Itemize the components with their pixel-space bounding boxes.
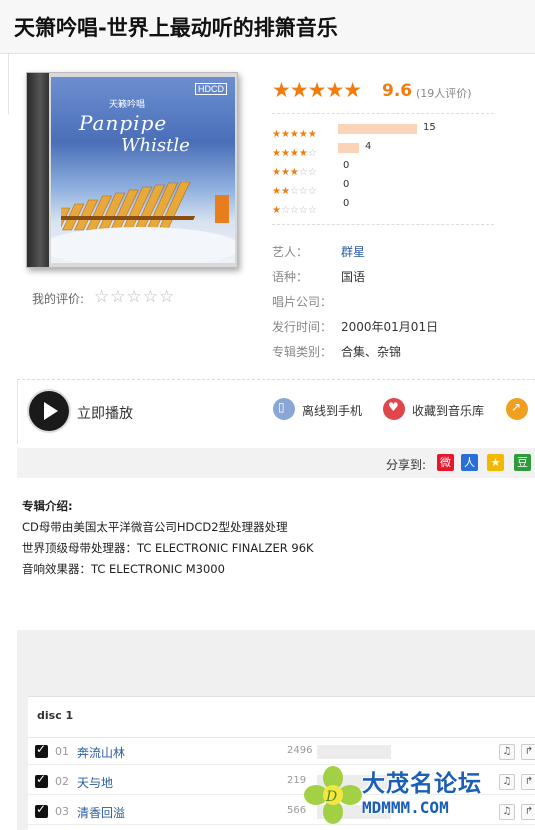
track-number: 01 xyxy=(55,745,69,758)
rating-distribution-row: ★★★★☆ 4 xyxy=(272,141,371,159)
cover-sticker xyxy=(215,195,229,223)
track-name[interactable]: 奔流山林 xyxy=(77,744,125,761)
divider xyxy=(17,379,535,380)
share-arrow-icon: ↗ xyxy=(506,398,528,420)
cover-title-2: Whistle xyxy=(121,135,190,156)
title-bar: 天箫吟唱-世界上最动听的排箫音乐 xyxy=(0,0,535,54)
distribution-count: 15 xyxy=(423,122,436,133)
rating-distribution-row: ★★★★★ 15 xyxy=(272,122,436,140)
track-checkbox[interactable] xyxy=(35,802,48,818)
category-value: 合集、杂锦 xyxy=(341,345,402,359)
track-checkbox[interactable] xyxy=(35,742,48,758)
popularity-bar xyxy=(317,745,391,759)
rating-distribution-row: ★☆☆☆☆ 0 xyxy=(272,198,349,216)
panpipe-graphic xyxy=(61,182,196,231)
watermark-en: MDMMM.COM xyxy=(362,798,449,817)
share-icon[interactable]: ↱ xyxy=(521,744,535,760)
heart-icon: ♥ xyxy=(383,398,405,420)
overall-stars-icon: ★★★★★ xyxy=(272,78,362,102)
intro-line: 世界顶级母带处理器：TC ELECTRONIC FINALZER 96K xyxy=(22,541,314,555)
watermark-cn: 大茂名论坛 xyxy=(362,771,482,797)
intro-heading: 专辑介绍: xyxy=(22,499,73,513)
phone-icon: ▯ xyxy=(273,398,295,420)
disc-title: disc 1 xyxy=(37,709,74,722)
hdcd-badge: HDCD xyxy=(195,83,227,95)
intro-line: 音响效果器：TC ELECTRONIC M3000 xyxy=(22,562,225,576)
collect-label: 收藏到音乐库 xyxy=(412,404,485,418)
release-date-value: 2000年01月01日 xyxy=(341,320,439,334)
svg-text:D: D xyxy=(325,789,337,805)
track-name[interactable]: 天与地 xyxy=(77,774,113,791)
douban-icon[interactable]: 豆 xyxy=(514,454,531,471)
my-rating-label: 我的评价: xyxy=(32,292,85,306)
release-date-label: 发行时间： xyxy=(272,320,333,334)
headphones-icon[interactable]: ♫ xyxy=(499,744,515,760)
company-label: 唱片公司： xyxy=(272,295,333,309)
star-row-icon: ★★★★★ xyxy=(272,129,317,140)
share-bar: 分享到: 微 人 ★ 豆 xyxy=(17,448,535,478)
cover-title-1: Panpipe xyxy=(79,111,168,135)
renren-icon[interactable]: 人 xyxy=(461,454,478,471)
track-number: 02 xyxy=(55,775,69,788)
rating-count[interactable]: (19人评价) xyxy=(416,85,472,101)
cover-art: HDCD 天籁吟唱 Panpipe Whistle xyxy=(51,77,235,263)
weibo-icon[interactable]: 微 xyxy=(437,454,454,471)
cd-case: HDCD 天籁吟唱 Panpipe Whistle xyxy=(26,72,238,268)
star-row-icon: ★★★☆☆ xyxy=(272,167,317,178)
track-checkbox[interactable] xyxy=(35,772,48,788)
language-value: 国语 xyxy=(341,270,366,284)
play-label[interactable]: 立即播放 xyxy=(77,403,133,423)
cloud-graphic xyxy=(51,227,235,263)
language-label: 语种： xyxy=(272,270,309,284)
track-number: 03 xyxy=(55,805,69,818)
page-title: 天箫吟唱-世界上最动听的排箫音乐 xyxy=(14,16,338,40)
my-rating-stars[interactable]: ☆☆☆☆☆ xyxy=(94,287,175,307)
offline-label: 离线到手机 xyxy=(302,404,363,418)
flower-logo-icon: D xyxy=(304,766,362,824)
rating-distribution-row: ★★☆☆☆ 0 xyxy=(272,179,349,197)
track-name[interactable]: 清香回溢 xyxy=(77,804,125,821)
site-watermark: D 大茂名论坛 MDMMM.COM xyxy=(304,760,535,830)
overall-rating: ★★★★★ 9.6 (19人评价) xyxy=(272,78,472,102)
star-row-icon: ★★☆☆☆ xyxy=(272,186,317,197)
share-label: 分享到: xyxy=(386,458,427,472)
divider xyxy=(8,54,9,114)
divider xyxy=(28,737,535,738)
rating-distribution-row: ★★★☆☆ 0 xyxy=(272,160,349,178)
divider xyxy=(17,380,18,444)
qzone-icon[interactable]: ★ xyxy=(487,454,504,471)
star-row-icon: ★☆☆☆☆ xyxy=(272,205,317,216)
album-cover[interactable]: HDCD 天籁吟唱 Panpipe Whistle xyxy=(22,70,244,270)
artist-label: 艺人： xyxy=(272,245,309,259)
divider xyxy=(272,224,494,225)
star-row-icon: ★★★★☆ xyxy=(272,148,317,159)
album-intro: 专辑介绍: CD母带由美国太平洋微音公司HDCD2型处理器处理 世界顶级母带处理… xyxy=(22,496,314,580)
divider xyxy=(272,113,494,114)
play-button[interactable] xyxy=(29,391,69,431)
artist-link[interactable]: 群星 xyxy=(341,243,365,260)
distribution-count: 0 xyxy=(343,160,350,171)
intro-line: CD母带由美国太平洋微音公司HDCD2型处理器处理 xyxy=(22,520,288,534)
distribution-count: 4 xyxy=(365,141,372,152)
play-icon xyxy=(44,402,58,420)
track-play-count: 2496 xyxy=(287,745,313,756)
my-rating: 我的评价: ☆☆☆☆☆ xyxy=(32,287,174,307)
rating-score: 9.6 xyxy=(382,81,413,101)
distribution-bar xyxy=(338,143,359,153)
cd-spine xyxy=(27,73,49,267)
cover-cn-title: 天籁吟唱 xyxy=(109,100,146,110)
distribution-count: 0 xyxy=(343,179,350,190)
distribution-bar xyxy=(338,124,417,134)
distribution-count: 0 xyxy=(343,198,350,209)
category-label: 专辑类别： xyxy=(272,345,333,359)
